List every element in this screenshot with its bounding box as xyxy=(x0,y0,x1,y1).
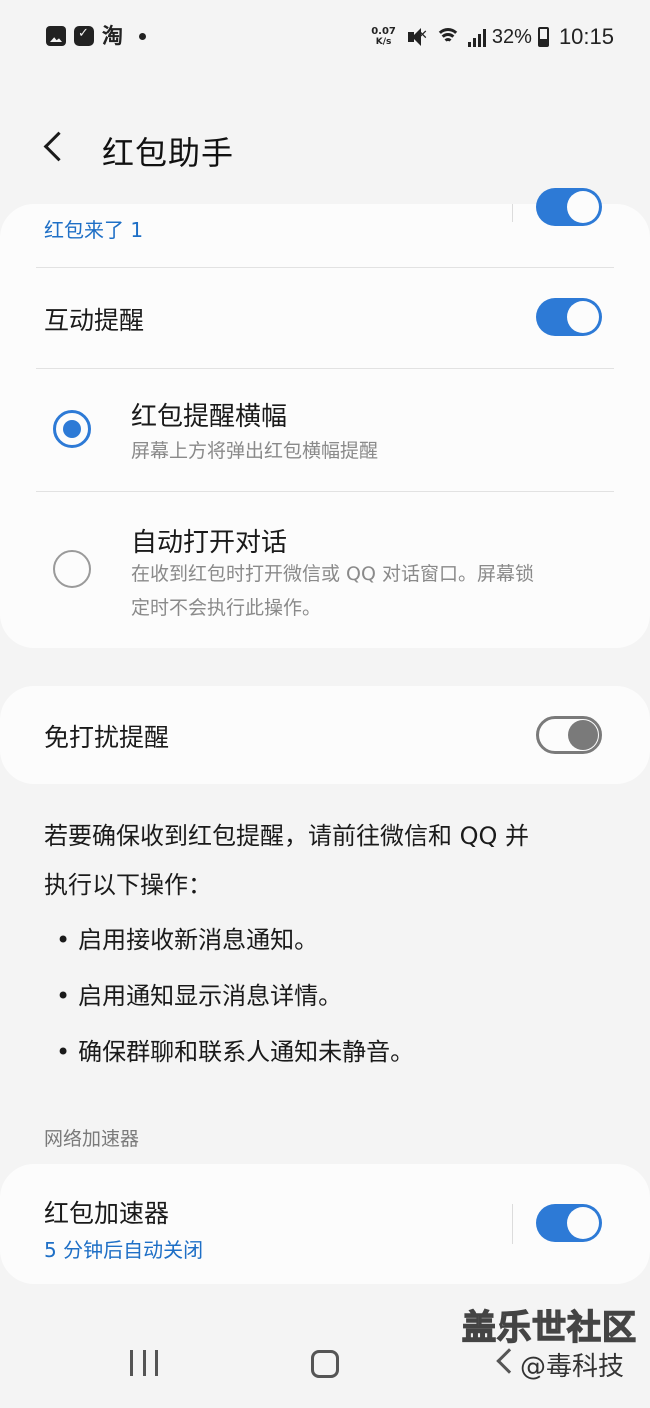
info-text: 若要确保收到红包提醒，请前往微信和 QQ 并 执行以下操作： xyxy=(44,812,614,910)
mute-icon: ✕ xyxy=(406,26,428,48)
watermark-community: 盖乐世社区 xyxy=(461,1307,637,1349)
option-banner-radio[interactable] xyxy=(53,410,91,448)
signal-icon xyxy=(467,27,486,47)
battery-percentage: 32% xyxy=(491,25,532,48)
app-header: 红包助手 xyxy=(0,110,650,190)
red-packet-arrived-toggle[interactable] xyxy=(536,188,602,226)
divider xyxy=(36,267,614,268)
vertical-divider xyxy=(512,204,513,222)
info-line-1: 若要确保收到红包提醒，请前往微信和 QQ 并 xyxy=(44,822,530,850)
recent-apps-button[interactable] xyxy=(130,1350,158,1376)
reminder-settings-card: 红包来了 1 互动提醒 红包提醒横幅 屏幕上方将弹出红包横幅提醒 自动打开对话 … xyxy=(0,188,650,648)
list-item: 启用接收新消息通知。 xyxy=(56,912,414,968)
taobao-icon: 淘 xyxy=(102,24,123,48)
divider xyxy=(36,491,614,492)
back-button[interactable] xyxy=(36,128,76,168)
status-bar-notifications: 淘 xyxy=(46,24,146,48)
status-bar-system: 0.07 K/s ✕ 32% 10:15 xyxy=(371,24,614,50)
section-header-network-accelerator: 网络加速器 xyxy=(44,1128,140,1150)
battery-icon xyxy=(537,27,549,47)
do-not-disturb-toggle[interactable] xyxy=(536,716,602,754)
info-bullet-list: 启用接收新消息通知。 启用通知显示消息详情。 确保群聊和联系人通知未静音。 xyxy=(56,912,414,1080)
option-auto-open-title: 自动打开对话 xyxy=(131,528,288,558)
network-speed-unit: K/s xyxy=(375,37,392,47)
list-item: 确保群聊和联系人通知未静音。 xyxy=(56,1024,414,1080)
do-not-disturb-card: 免打扰提醒 xyxy=(0,686,650,784)
red-packet-accelerator-label: 红包加速器 xyxy=(44,1199,170,1228)
nav-back-button[interactable] xyxy=(496,1348,522,1374)
option-auto-open-desc-line2: 定时不会执行此操作。 xyxy=(131,597,322,619)
network-speed: 0.07 K/s xyxy=(371,26,396,48)
red-packet-arrived-sub: 红包来了 1 xyxy=(44,218,144,242)
wifi-icon xyxy=(434,26,462,48)
interactive-reminder-label: 互动提醒 xyxy=(44,306,145,335)
red-packet-accelerator-sub: 5 分钟后自动关闭 xyxy=(44,1238,204,1262)
status-bar: 淘 0.07 K/s ✕ 32% 10:15 xyxy=(0,0,650,78)
vertical-divider xyxy=(512,1204,513,1244)
network-speed-value: 0.07 xyxy=(371,26,396,37)
option-banner-title: 红包提醒横幅 xyxy=(131,402,288,432)
interactive-reminder-toggle[interactable] xyxy=(536,298,602,336)
app-icon xyxy=(74,26,94,46)
red-packet-accelerator-toggle[interactable] xyxy=(536,1204,602,1242)
page-title: 红包助手 xyxy=(102,134,235,172)
option-banner-desc: 屏幕上方将弹出红包横幅提醒 xyxy=(131,440,379,462)
option-auto-open-radio[interactable] xyxy=(53,550,91,588)
option-auto-open-desc-line1: 在收到红包时打开微信或 QQ 对话窗口。屏幕锁 xyxy=(131,563,534,585)
divider xyxy=(36,368,614,369)
list-item: 启用通知显示消息详情。 xyxy=(56,968,414,1024)
home-button[interactable] xyxy=(311,1350,339,1378)
clock: 10:15 xyxy=(558,24,614,49)
do-not-disturb-label: 免打扰提醒 xyxy=(44,723,170,752)
dot-icon xyxy=(139,32,146,40)
info-line-2: 执行以下操作： xyxy=(44,871,212,899)
watermark-author: @毒科技 xyxy=(520,1352,625,1382)
gallery-icon xyxy=(46,26,66,46)
accelerator-card: 红包加速器 5 分钟后自动关闭 xyxy=(0,1164,650,1284)
